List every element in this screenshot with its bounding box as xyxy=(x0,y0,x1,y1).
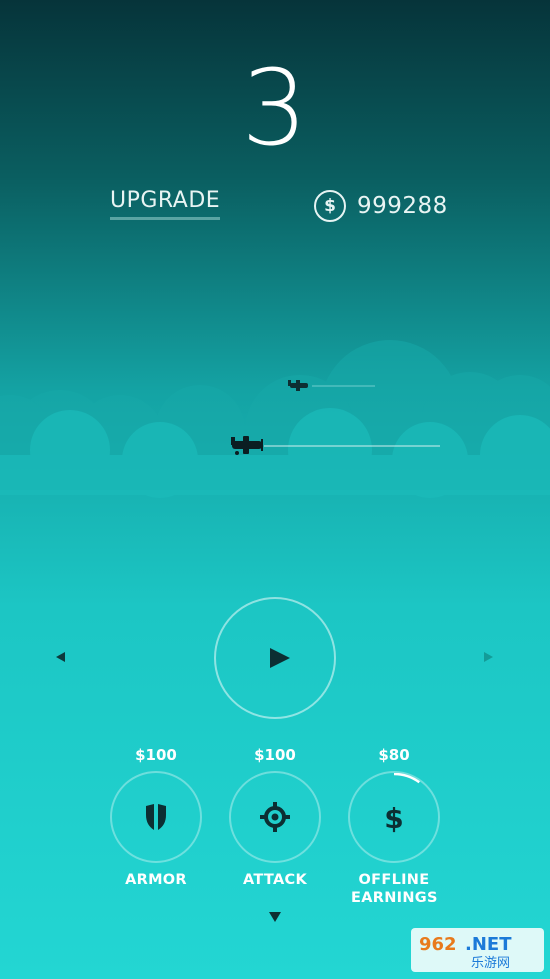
armor-button[interactable] xyxy=(110,771,202,863)
svg-text:962: 962 xyxy=(419,934,457,955)
svg-text:$: $ xyxy=(384,802,403,835)
upgrade-offline-earnings: $80 $ OFFLINE EARNINGS xyxy=(329,745,459,906)
offline-earnings-label: OFFLINE EARNINGS xyxy=(351,872,438,906)
arrow-down-icon[interactable] xyxy=(269,912,281,922)
watermark-logo: 962 .NET 乐游网 xyxy=(411,928,544,972)
attack-button[interactable] xyxy=(229,771,321,863)
upgrade-armor: $100 ARMOR xyxy=(91,745,221,888)
dollar-icon: $ xyxy=(350,773,438,861)
attack-price: $100 xyxy=(254,746,296,764)
level-number: 3 xyxy=(241,47,309,169)
play-icon xyxy=(270,648,290,668)
crosshair-icon xyxy=(260,802,290,832)
arrow-left-icon[interactable] xyxy=(56,652,65,662)
money-display: $ 999288 xyxy=(314,190,448,222)
offline-earnings-price: $80 xyxy=(378,746,410,764)
attack-label: ATTACK xyxy=(243,872,307,888)
arrow-right-icon[interactable] xyxy=(484,652,493,662)
offline-earnings-button[interactable]: $ xyxy=(348,771,440,863)
money-amount: 999288 xyxy=(357,193,448,219)
svg-text:乐游网: 乐游网 xyxy=(471,956,510,971)
armor-label: ARMOR xyxy=(125,872,187,888)
play-button[interactable] xyxy=(214,597,336,719)
upgrade-attack: $100 ATTACK xyxy=(210,745,340,888)
upgrade-tab[interactable]: UPGRADE xyxy=(110,188,221,220)
svg-text:.NET: .NET xyxy=(465,934,512,955)
dollar-coin-icon: $ xyxy=(314,190,346,222)
armor-price: $100 xyxy=(135,746,177,764)
shield-icon xyxy=(146,804,166,830)
